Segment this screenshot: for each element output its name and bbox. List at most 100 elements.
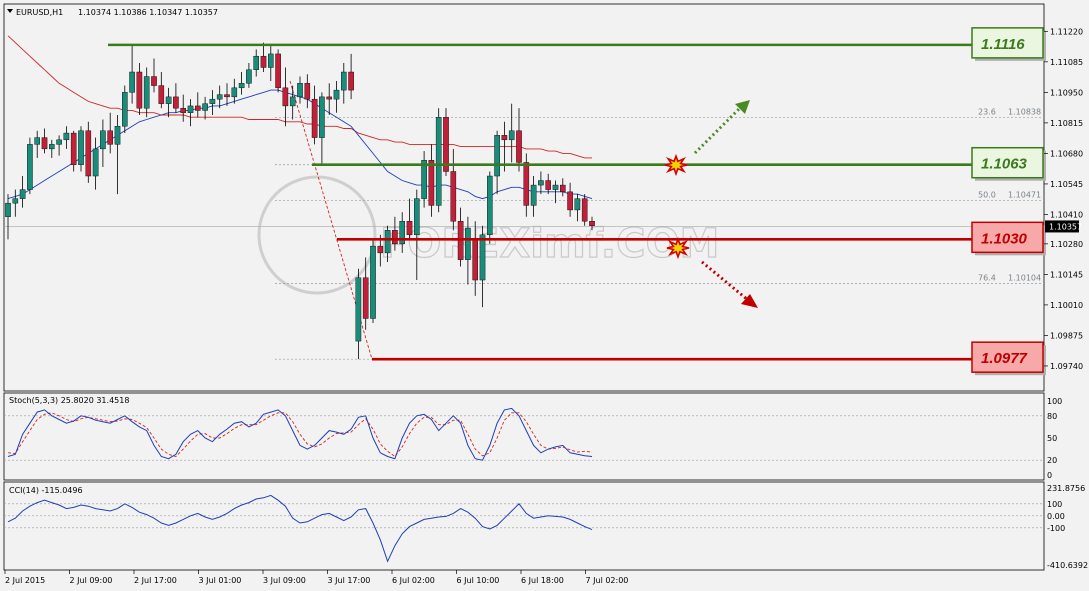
candle-body: [508, 130, 515, 141]
cci-tick-label: 100: [1047, 500, 1062, 509]
candle-body: [348, 71, 354, 91]
candle-body: [231, 87, 238, 98]
candle-body: [216, 94, 223, 100]
candle-body: [49, 144, 55, 150]
candle: [78, 126, 84, 172]
candle: [370, 239, 376, 323]
candle-body: [253, 55, 260, 70]
candle-body: [545, 180, 551, 190]
candle-body: [85, 130, 92, 177]
fib-ratio-label: 76.4: [978, 274, 996, 283]
cci-tick-label: 231.8756: [1047, 484, 1085, 493]
candle-body: [41, 137, 48, 150]
candle-body: [574, 198, 581, 211]
time-tick-label: 2 Jul 2015: [5, 576, 45, 585]
breakout-burst-icon: [664, 153, 688, 177]
candle-body: [384, 230, 391, 254]
level-label: 1.0977: [981, 350, 1028, 367]
candle-body: [326, 96, 333, 100]
candle: [581, 194, 588, 226]
candle-body: [158, 85, 165, 104]
cci-tick-label: -410.6392: [1047, 561, 1088, 570]
time-tick-label: 2 Jul 17:00: [134, 576, 177, 585]
stoch-tick-label: 20: [1047, 456, 1057, 465]
stoch-title: Stoch(5,3,3) 25.8020 31.4518: [9, 396, 129, 405]
candle-body: [246, 69, 252, 84]
candle-body: [114, 126, 121, 145]
candle-body: [297, 83, 303, 98]
ohlc-label: 1.10374 1.10386 1.10347 1.10357: [78, 8, 218, 17]
fib-price-label: 1.10104: [1008, 274, 1041, 283]
price-tick-label: 1.10410: [1050, 210, 1083, 219]
candle-body: [341, 71, 347, 91]
fib-price-label: 1.10838: [1008, 108, 1041, 117]
candle-body: [92, 148, 99, 177]
time-tick-label: 3 Jul 17:00: [328, 576, 371, 585]
candle-body: [238, 83, 245, 89]
candle-body: [78, 130, 84, 165]
candle-body: [530, 184, 537, 206]
candle-body: [100, 130, 106, 150]
watermark-text: FOREXimf.COM: [380, 221, 719, 267]
candle-body: [289, 96, 296, 107]
candle-body: [333, 89, 340, 100]
candle-body: [560, 184, 566, 193]
candle-body: [187, 105, 194, 113]
candle-body: [173, 96, 179, 109]
candle-body: [319, 96, 325, 138]
candle-body: [355, 277, 362, 342]
candle: [121, 85, 128, 134]
candle-body: [406, 221, 413, 236]
cci-tick-label: 0.00: [1047, 512, 1065, 521]
symbol-label: EURUSD,H1: [16, 8, 63, 17]
candle-body: [581, 198, 588, 222]
candle-body: [370, 245, 376, 319]
candle-body: [472, 239, 479, 281]
stoch-tick-label: 100: [1047, 397, 1062, 406]
candle-body: [12, 198, 19, 204]
price-tick-label: 1.10815: [1050, 119, 1083, 128]
level-label: 1.1030: [981, 230, 1028, 247]
price-tick-label: 1.10545: [1050, 180, 1083, 189]
candle-body: [443, 117, 449, 172]
stoch-tick-label: 80: [1047, 412, 1057, 421]
candle-body: [165, 96, 172, 104]
candle-body: [194, 105, 201, 111]
breakdown-burst-icon: [666, 236, 690, 260]
cci-title: CCI(14) -115.0496: [9, 486, 83, 495]
candle-body: [107, 130, 113, 145]
candle-body: [136, 71, 143, 109]
price-tick-label: 1.10145: [1050, 270, 1083, 279]
candle: [275, 49, 281, 93]
time-tick-label: 3 Jul 09:00: [263, 576, 306, 585]
candle: [85, 121, 92, 183]
candle-body: [282, 87, 289, 107]
candle-body: [516, 130, 522, 163]
level-label: 1.1063: [981, 156, 1028, 173]
candle: [487, 171, 493, 244]
candle-body: [501, 135, 508, 141]
time-tick-label: 6 Jul 18:00: [521, 576, 564, 585]
candle-body: [260, 55, 267, 68]
candle-body: [494, 135, 500, 177]
time-tick-label: 6 Jul 10:00: [457, 576, 500, 585]
cci-tick-label: -100: [1047, 524, 1065, 533]
time-tick-label: 7 Jul 02:00: [586, 576, 629, 585]
candle-body: [180, 107, 187, 113]
candle-body: [268, 53, 274, 68]
time-tick-label: 3 Jul 01:00: [199, 576, 242, 585]
candle-body: [523, 162, 530, 206]
candle-body: [202, 103, 208, 111]
candle-body: [377, 245, 384, 254]
candle-body: [129, 71, 135, 93]
candle-body: [70, 132, 77, 165]
price-tick-label: 1.11085: [1050, 58, 1083, 67]
candle-body: [414, 198, 420, 236]
candle-body: [552, 184, 559, 190]
candle-body: [538, 180, 544, 186]
fib-ratio-label: 23.6: [978, 108, 996, 117]
candle-body: [465, 227, 471, 260]
candle-body: [63, 132, 70, 141]
candle-body: [34, 137, 40, 145]
price-tick-label: 1.09875: [1050, 331, 1083, 340]
